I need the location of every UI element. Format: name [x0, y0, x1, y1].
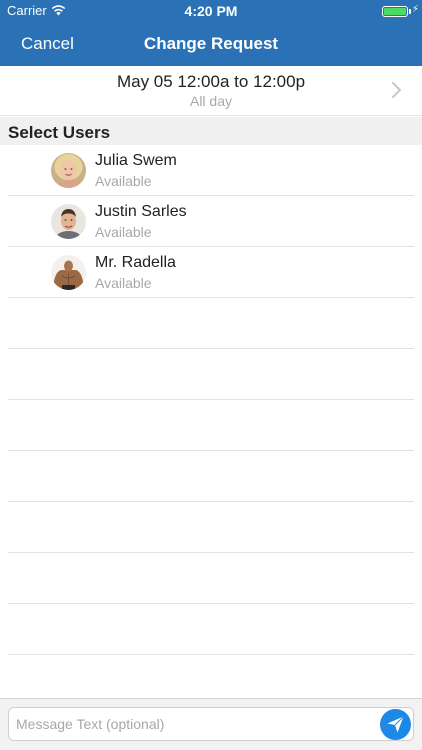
user-list: Julia Swem Available Justin Sarles Avail…	[0, 145, 422, 298]
page-title: Change Request	[143, 34, 279, 53]
empty-row-divider	[0, 451, 422, 502]
message-composer	[0, 698, 422, 750]
chevron-right-icon	[392, 82, 401, 98]
status-bar: Carrier 4:20 PM ⚡	[0, 0, 422, 22]
paper-plane-icon	[387, 716, 404, 733]
user-name: Justin Sarles	[95, 203, 187, 220]
date-range-row[interactable]: May 05 12:00a to 12:00p All day	[0, 66, 422, 116]
user-status: Available	[95, 173, 152, 189]
user-row-julia[interactable]: Julia Swem Available	[0, 145, 422, 196]
date-range-subtitle: All day	[189, 93, 233, 109]
section-header: Select Users	[0, 117, 422, 145]
charging-icon: ⚡	[412, 4, 420, 15]
battery-tip	[409, 9, 411, 14]
user-name: Mr. Radella	[95, 254, 176, 271]
empty-row-divider	[0, 502, 422, 553]
empty-rows	[0, 298, 422, 655]
empty-row-divider	[0, 553, 422, 604]
message-input[interactable]	[8, 707, 414, 741]
avatar	[51, 153, 86, 188]
empty-row-divider	[0, 604, 422, 655]
empty-row-divider	[0, 400, 422, 451]
empty-row-divider	[0, 298, 422, 349]
user-name: Julia Swem	[95, 152, 177, 169]
avatar	[51, 255, 86, 290]
user-row-justin[interactable]: Justin Sarles Available	[0, 196, 422, 247]
header: Carrier 4:20 PM ⚡ Cancel Change Request	[0, 0, 422, 66]
send-button[interactable]	[380, 709, 411, 740]
empty-row-divider	[0, 349, 422, 400]
user-status: Available	[95, 275, 152, 291]
user-status: Available	[95, 224, 152, 240]
avatar	[51, 204, 86, 239]
status-time: 4:20 PM	[184, 3, 238, 19]
section-title: Select Users	[8, 123, 111, 142]
battery-icon	[382, 6, 408, 17]
date-range-label: May 05 12:00a to 12:00p	[116, 72, 306, 91]
user-row-radella[interactable]: Mr. Radella Available	[0, 247, 422, 298]
nav-bar: Cancel Change Request	[0, 22, 422, 66]
